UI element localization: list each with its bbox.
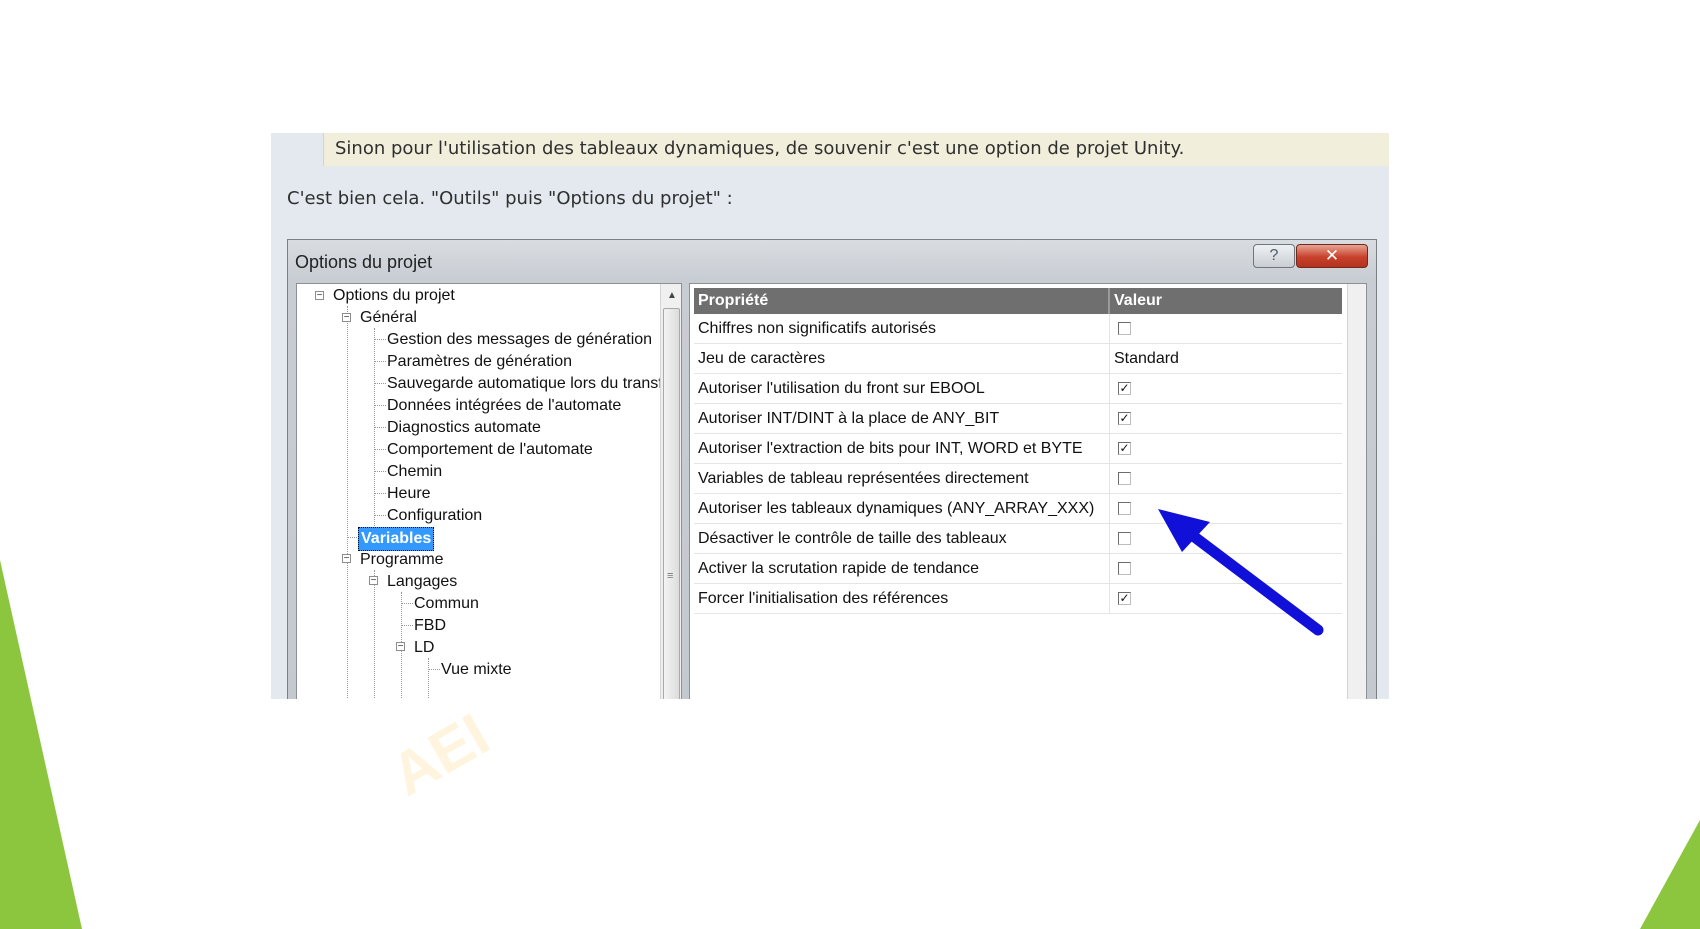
grip-icon: ≡ (667, 570, 674, 582)
forum-reply: C'est bien cela. "Outils" puis "Options … (287, 188, 733, 209)
scrollbar-thumb[interactable]: ≡ (663, 308, 680, 699)
watermark-text: AEI (379, 700, 501, 809)
grid-row[interactable]: Chiffres non significatifs autorisés (694, 314, 1342, 344)
property-grid: Propriété Valeur Chiffres non significat… (689, 283, 1367, 699)
grid-row[interactable]: Autoriser INT/DINT à la place de ANY_BIT… (694, 404, 1342, 434)
value-checkbox[interactable] (1118, 472, 1131, 485)
grid-row[interactable]: Autoriser l'extraction de bits pour INT,… (694, 434, 1342, 464)
tree-item-diagnostics[interactable]: Diagnostics automate (387, 417, 541, 439)
collapse-toggle-icon[interactable]: − (369, 576, 378, 586)
tree-item-configuration[interactable]: Configuration (387, 505, 482, 527)
collapse-toggle-icon[interactable]: − (315, 291, 324, 301)
tree-item-options-du-projet[interactable]: Options du projet (333, 285, 455, 307)
grid-row[interactable]: Autoriser les tableaux dynamiques (ANY_A… (694, 494, 1342, 524)
tree-item-heure[interactable]: Heure (387, 483, 431, 505)
value-checkbox[interactable] (1118, 502, 1131, 515)
value-checkbox[interactable]: ✓ (1118, 592, 1131, 605)
tree-item-langages[interactable]: Langages (387, 571, 457, 593)
forum-quote: Sinon pour l'utilisation des tableaux dy… (323, 133, 1389, 166)
collapse-toggle-icon[interactable]: − (342, 313, 351, 323)
green-triangle-left (0, 560, 82, 929)
green-triangle-right (1640, 820, 1700, 929)
tree-item-comportement[interactable]: Comportement de l'automate (387, 439, 593, 461)
options-dialog: Options du projet ? ✕ − − − − − Options … (287, 239, 1377, 699)
property-label: Variables de tableau représentées direct… (698, 470, 1029, 487)
property-label: Jeu de caractères (698, 350, 826, 367)
grid-row[interactable]: Forcer l'initialisation des références ✓ (694, 584, 1342, 614)
property-label: Activer la scrutation rapide de tendance (698, 560, 980, 577)
grid-scrollbar[interactable] (1347, 284, 1366, 699)
property-label: Autoriser l'extraction de bits pour INT,… (698, 440, 1083, 457)
grid-header: Propriété Valeur (694, 288, 1342, 314)
value-checkbox[interactable]: ✓ (1118, 442, 1131, 455)
value-checkbox[interactable]: ✓ (1118, 382, 1131, 395)
property-label: Forcer l'initialisation des références (698, 590, 949, 607)
value-text[interactable]: Standard (1114, 344, 1179, 373)
tree-item-vue-mixte[interactable]: Vue mixte (441, 659, 512, 681)
screenshot-region: Sinon pour l'utilisation des tableaux dy… (271, 133, 1389, 699)
grid-row[interactable]: Variables de tableau représentées direct… (694, 464, 1342, 494)
grid-row[interactable]: Désactiver le contrôle de taille des tab… (694, 524, 1342, 554)
tree-item-commun[interactable]: Commun (414, 593, 479, 615)
value-checkbox[interactable] (1118, 532, 1131, 545)
collapse-toggle-icon[interactable]: − (396, 642, 405, 652)
help-button[interactable]: ? (1253, 244, 1295, 268)
tree-scrollbar[interactable]: ▲ ≡ (660, 284, 681, 699)
value-checkbox[interactable] (1118, 322, 1131, 335)
grid-row[interactable]: Autoriser l'utilisation du front sur EBO… (694, 374, 1342, 404)
grid-row[interactable]: Activer la scrutation rapide de tendance (694, 554, 1342, 584)
property-label: Désactiver le contrôle de taille des tab… (698, 530, 1007, 547)
tree-item-programme[interactable]: Programme (360, 549, 444, 571)
tree-item-fbd[interactable]: FBD (414, 615, 446, 637)
tree-item-sauvegarde[interactable]: Sauvegarde automatique lors du transf (387, 373, 663, 395)
tree-item-chemin[interactable]: Chemin (387, 461, 442, 483)
options-tree: − − − − − Options du projet Général Gest… (296, 283, 682, 699)
tree-item-donnees-integrees[interactable]: Données intégrées de l'automate (387, 395, 621, 417)
header-valeur[interactable]: Valeur (1114, 288, 1162, 314)
close-button[interactable]: ✕ (1296, 244, 1368, 268)
tree-item-general[interactable]: Général (360, 307, 417, 329)
tree-item-variables[interactable]: Variables (358, 527, 435, 551)
tree-item-parametres-generation[interactable]: Paramètres de génération (387, 351, 572, 373)
value-checkbox[interactable] (1118, 562, 1131, 575)
collapse-toggle-icon[interactable]: − (342, 554, 351, 564)
grid-row[interactable]: Jeu de caractères Standard (694, 344, 1342, 374)
property-label: Autoriser l'utilisation du front sur EBO… (698, 380, 985, 397)
header-separator (1108, 288, 1110, 314)
property-label: Autoriser les tableaux dynamiques (ANY_A… (698, 500, 1095, 517)
tree-item-ld[interactable]: LD (414, 637, 434, 659)
tree-item-gestion-messages[interactable]: Gestion des messages de génération (387, 329, 652, 351)
scroll-up-arrow-icon[interactable]: ▲ (661, 286, 681, 306)
property-label: Autoriser INT/DINT à la place de ANY_BIT (698, 410, 1000, 427)
dialog-title: Options du projet (295, 252, 433, 272)
value-checkbox[interactable]: ✓ (1118, 412, 1131, 425)
property-label: Chiffres non significatifs autorisés (698, 320, 937, 337)
header-propriete[interactable]: Propriété (698, 288, 768, 314)
